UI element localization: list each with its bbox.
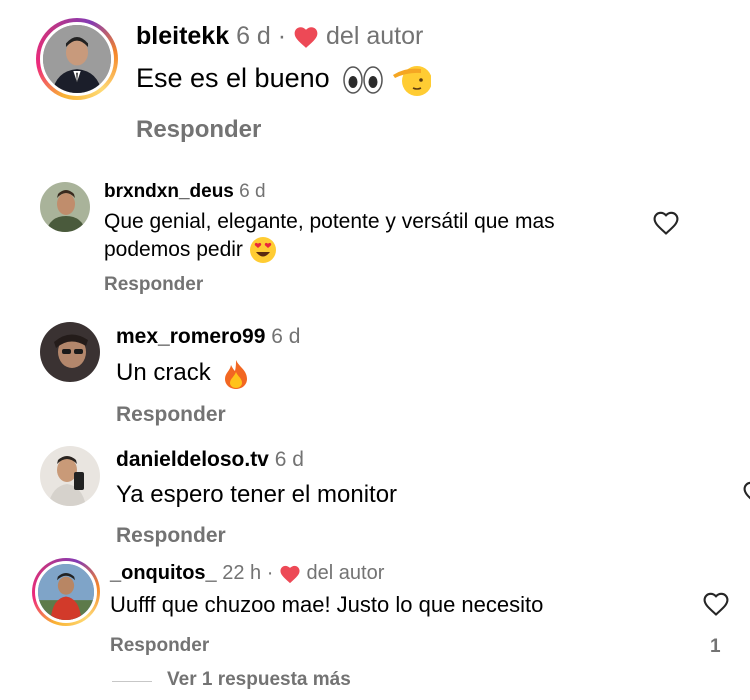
view-more-replies-button[interactable]: Ver 1 respuesta más <box>167 669 351 691</box>
separator: · <box>266 562 274 584</box>
comment-header: mex_romero99 6 d <box>116 323 300 351</box>
reply-button[interactable]: Responder <box>104 274 203 296</box>
avatar-photo <box>40 322 100 382</box>
timestamp: 6 d <box>236 22 271 50</box>
avatar[interactable] <box>32 558 100 626</box>
separator: · <box>277 22 287 50</box>
reply-button[interactable]: Responder <box>116 403 226 427</box>
username[interactable]: mex_romero99 <box>116 325 265 348</box>
timestamp: 6 d <box>239 181 266 202</box>
username[interactable]: danieldeloso.tv <box>116 448 269 471</box>
avatar[interactable] <box>40 446 100 506</box>
comment-header: danieldeloso.tv 6 d <box>116 446 304 474</box>
like-heart-icon[interactable] <box>742 480 750 506</box>
timestamp: 6 d <box>274 448 304 471</box>
avatar-photo <box>40 446 100 506</box>
comment-header: bleitekk 6 d · del autor <box>136 20 423 52</box>
reply-button[interactable]: Responder <box>116 524 226 548</box>
comment-text: Ese es el bueno <box>136 60 431 97</box>
timestamp: 6 d <box>271 325 301 348</box>
eyes-emoji-icon <box>343 66 383 94</box>
comment-text-content: Que genial, elegante, potente y versátil… <box>104 210 555 261</box>
comment-header: _onquitos_ 22 h · del autor <box>110 560 384 586</box>
author-heart-icon <box>294 27 318 49</box>
like-heart-icon[interactable] <box>702 591 730 617</box>
author-like-label: del autor <box>326 22 424 50</box>
heart-eyes-emoji-icon <box>249 237 276 264</box>
comment-1: bleitekk 6 d · del autor Ese es el bueno… <box>0 0 750 170</box>
comment-text: Uufff que chuzoo mae! Justo lo que neces… <box>110 592 544 617</box>
avatar-photo <box>43 25 111 93</box>
comment-text-content: Ese es el bueno <box>136 63 330 93</box>
reply-button[interactable]: Responder <box>136 116 261 144</box>
username[interactable]: bleitekk <box>136 22 229 50</box>
avatar[interactable] <box>40 322 100 382</box>
replies-divider <box>112 681 152 682</box>
avatar[interactable] <box>40 182 90 232</box>
like-count[interactable]: 1 <box>710 636 721 658</box>
comment-text: Ya espero tener el monitor <box>116 481 398 508</box>
comment-text-content: Un crack <box>116 359 211 386</box>
username[interactable]: _onquitos_ <box>110 562 217 584</box>
fire-emoji-icon <box>225 359 248 389</box>
avatar[interactable] <box>36 18 118 100</box>
reply-button[interactable]: Responder <box>110 635 209 657</box>
comment-text: Que genial, elegante, potente y versátil… <box>104 208 644 264</box>
like-heart-icon[interactable] <box>652 210 680 236</box>
comment-header: brxndxn_deus 6 d <box>104 180 266 204</box>
avatar-photo <box>38 564 94 620</box>
comment-text: Un crack <box>116 356 251 390</box>
saluting-face-emoji-icon <box>392 65 431 96</box>
author-like-label: del autor <box>306 562 385 584</box>
avatar-photo <box>40 182 90 232</box>
author-heart-icon <box>280 565 300 583</box>
username[interactable]: brxndxn_deus <box>104 181 234 202</box>
timestamp: 22 h <box>222 562 262 584</box>
